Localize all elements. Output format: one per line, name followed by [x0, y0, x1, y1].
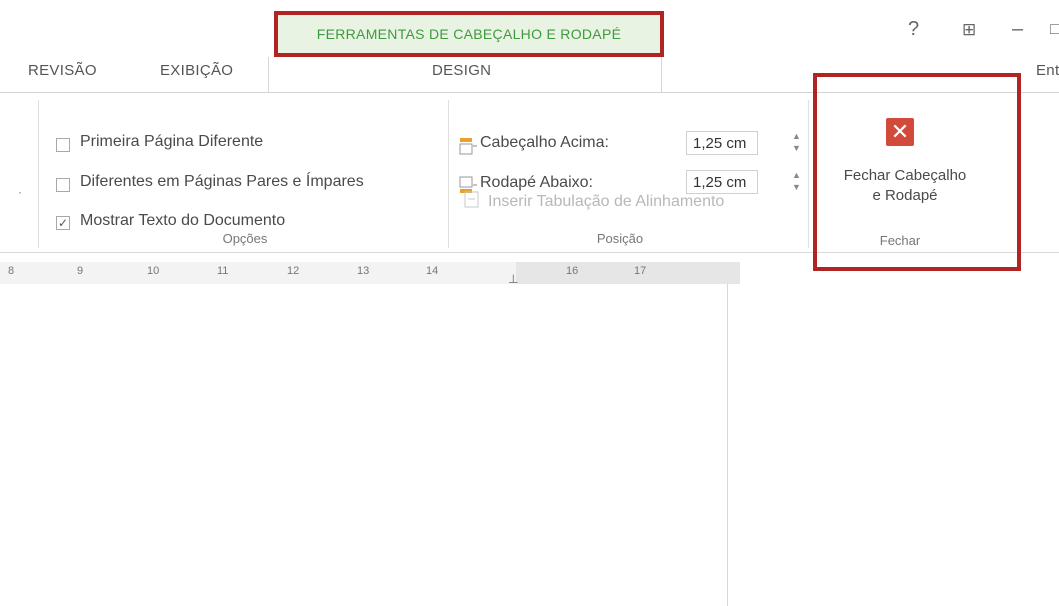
- odd-even-different-checkbox[interactable]: [56, 178, 70, 192]
- show-document-text-label: Mostrar Texto do Documento: [80, 212, 286, 229]
- close-button-highlight: [813, 73, 1021, 271]
- header-spin-up-icon[interactable]: ▲: [792, 132, 801, 141]
- document-area[interactable]: [0, 284, 1059, 606]
- group-separator: [448, 100, 449, 248]
- ruler-number: 16: [566, 265, 579, 277]
- ribbon-scroll-marker: ᐧ: [18, 185, 22, 201]
- options-group-label: Opções: [222, 231, 268, 246]
- tab-exibicao[interactable]: EXIBIÇÃO: [160, 62, 233, 79]
- ruler-margin-area: [516, 262, 740, 284]
- ruler-number: 10: [147, 265, 160, 277]
- header-from-top-label: Cabeçalho Acima:: [480, 134, 609, 151]
- footer-from-bottom-label: Rodapé Abaixo:: [480, 174, 593, 191]
- insert-alignment-tab-icon: [464, 191, 479, 208]
- minimize-icon[interactable]: –: [1012, 18, 1023, 41]
- footer-from-bottom-input[interactable]: 1,25 cm: [686, 170, 758, 194]
- tab-entrar[interactable]: Ent: [1036, 62, 1059, 79]
- tab-revisao[interactable]: REVISÃO: [28, 62, 97, 79]
- first-page-different-checkbox[interactable]: [56, 138, 70, 152]
- maximize-icon[interactable]: □: [1050, 21, 1059, 39]
- ruler-number: 13: [357, 265, 370, 277]
- ruler-number: 11: [217, 265, 229, 277]
- first-page-different-label: Primeira Página Diferente: [80, 133, 264, 150]
- ruler-number: 9: [77, 265, 84, 277]
- footer-spin-up-icon[interactable]: ▲: [792, 171, 801, 180]
- position-group-label: Posição: [596, 231, 644, 246]
- ruler-number: 14: [426, 265, 439, 277]
- header-from-top-input[interactable]: 1,25 cm: [686, 131, 758, 155]
- group-separator: [38, 100, 39, 248]
- show-document-text-checkbox[interactable]: ✓: [56, 216, 70, 230]
- ruler-number: 17: [634, 265, 647, 277]
- header-spin-down-icon[interactable]: ▼: [792, 144, 801, 153]
- footer-spin-down-icon[interactable]: ▼: [792, 183, 801, 192]
- insert-alignment-tab-button[interactable]: Inserir Tabulação de Alinhamento: [488, 193, 724, 211]
- header-position-icon: [459, 138, 477, 155]
- ribbon-display-options-icon[interactable]: ⊞: [962, 20, 976, 40]
- tab-design[interactable]: DESIGN: [432, 62, 491, 79]
- ruler-number: 12: [287, 265, 300, 277]
- odd-even-different-label: Diferentes em Páginas Pares e Ímpares: [80, 173, 364, 190]
- contextual-tab-title: FERRAMENTAS DE CABEÇALHO E RODAPÉ: [274, 11, 664, 57]
- ruler-number: 8: [8, 265, 15, 277]
- group-separator: [808, 100, 809, 248]
- help-icon[interactable]: ?: [908, 18, 919, 41]
- page-right-edge: [727, 284, 728, 606]
